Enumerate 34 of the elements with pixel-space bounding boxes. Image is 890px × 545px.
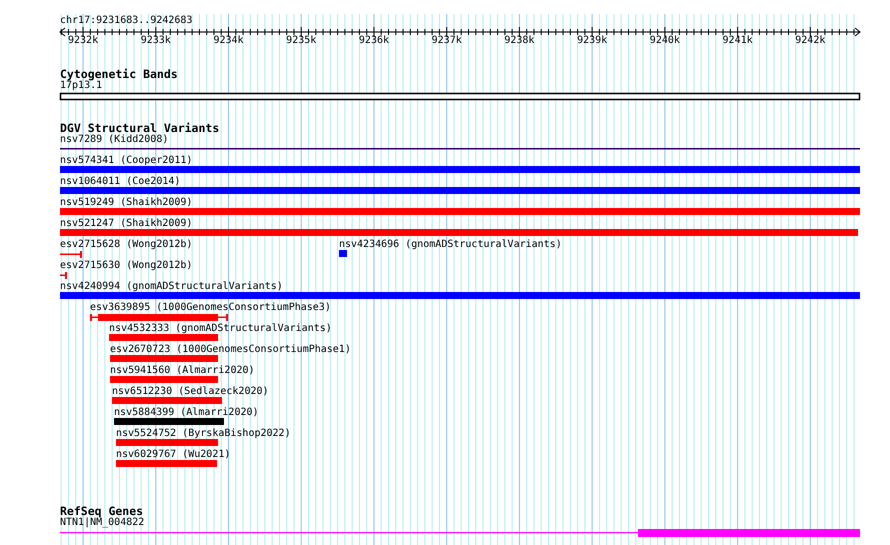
variant-label: nsv521247 (Shaikh2009)	[60, 218, 192, 229]
tick-label: 9241k	[722, 35, 753, 46]
tick-label: 9235k	[286, 35, 316, 46]
gene-label: NTN1|NM_004822	[60, 517, 144, 528]
tick-label: 9233k	[140, 35, 171, 46]
track-title: RefSeq Genes	[60, 505, 144, 518]
band-label: 17p13.1	[60, 80, 102, 91]
variant-label: nsv6029767 (Wu2021)	[116, 449, 230, 460]
variant-label: nsv519249 (Shaikh2009)	[60, 197, 192, 208]
tick-label: 9236k	[358, 35, 389, 46]
variant-label: nsv5524752 (ByrskaBishop2022)	[116, 428, 291, 439]
tick-label: 9242k	[795, 35, 826, 46]
variant-label: esv2670723 (1000GenomesConsortiumPhase1)	[110, 344, 351, 355]
variant-label: nsv5941560 (Almarri2020)	[110, 365, 255, 376]
variant-label: nsv6512230 (Sedlazeck2020)	[112, 386, 269, 397]
tick-label: 9232k	[68, 35, 98, 46]
variant-label: nsv4532333 (gnomADStructuralVariants)	[109, 323, 332, 334]
tick-label: 9239k	[577, 35, 608, 46]
variant-label: nsv4234696 (gnomADStructuralVariants)	[338, 239, 562, 250]
region-label: chr17:9231683..9242683	[60, 15, 192, 26]
tick-label: 9240k	[650, 35, 680, 46]
tick-label: 9237k	[432, 35, 462, 46]
variant-label: nsv4240994 (gnomADStructuralVariants)	[60, 281, 283, 292]
track-title: Cytogenetic Bands	[60, 68, 178, 81]
tick-label: 9234k	[213, 35, 244, 46]
variant-label: nsv7289 (Kidd2008)	[60, 134, 168, 145]
variant-label: esv2715630 (Wong2012b)	[60, 260, 192, 271]
variant-label: esv3639895 (1000GenomesConsortiumPhase3)	[90, 302, 331, 313]
variant-label: nsv574341 (Cooper2011)	[60, 155, 192, 166]
variant-label: nsv1064011 (Coe2014)	[60, 176, 180, 187]
tick-label: 9238k	[504, 35, 534, 46]
variant-label: esv2715628 (Wong2012b)	[60, 239, 192, 250]
variant-label: nsv5884399 (Almarri2020)	[114, 407, 259, 418]
track-title: DGV Structural Variants	[60, 122, 220, 135]
